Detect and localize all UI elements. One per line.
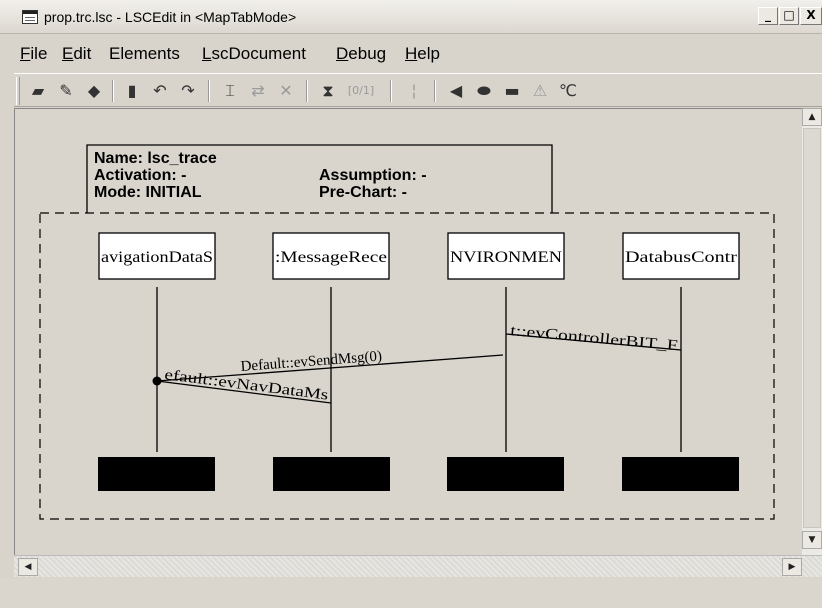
scroll-down-button[interactable]: ▼ xyxy=(802,531,822,549)
close-button[interactable]: X xyxy=(800,7,822,25)
menu-bar: File Edit Elements LscDocument Debug Hel… xyxy=(0,38,822,66)
menu-file[interactable]: File xyxy=(20,44,47,64)
triangle-shape-icon[interactable]: ⚠ xyxy=(528,79,552,103)
redo-icon[interactable]: ↷ xyxy=(176,79,200,103)
diamond-icon[interactable]: ◆ xyxy=(82,79,106,103)
instance-end[interactable] xyxy=(447,457,564,491)
horizontal-scrollbar[interactable]: ◀ ▶ xyxy=(14,555,822,577)
bracket-icon[interactable]: [0/1] xyxy=(344,79,378,103)
menu-debug[interactable]: Debug xyxy=(336,44,386,64)
menu-lscdocument[interactable]: LscDocument xyxy=(202,44,306,64)
toolbar-separator xyxy=(208,80,210,102)
chart-name-label: Name: lsc_trace xyxy=(94,150,217,167)
celsius-icon[interactable]: ℃ xyxy=(556,79,580,103)
toolbar-separator xyxy=(306,80,308,102)
rectangle-shape-icon[interactable]: ▬ xyxy=(500,79,524,103)
chart-assumption-label: Assumption: - xyxy=(319,167,427,184)
toolbar: ▰ ✎ ◆ ▮ ↶ ↷ ⌶ ⇄ ✕ ⧗ [0/1] ¦ ◀ ⬬ ▬ ⚠ ℃ xyxy=(14,73,822,107)
instance-end[interactable] xyxy=(273,457,390,491)
lsc-diagram[interactable]: Name: lsc_trace Activation: - Mode: INIT… xyxy=(15,109,803,556)
toolbar-grip[interactable] xyxy=(16,77,20,105)
instance-end[interactable] xyxy=(622,457,739,491)
app-icon xyxy=(22,10,38,24)
instance-label: DatabusContr xyxy=(625,249,738,266)
selection-icon[interactable]: ▰ xyxy=(26,79,50,103)
toolbar-separator xyxy=(390,80,392,102)
hexagon-shape-icon[interactable]: ⬬ xyxy=(472,79,496,103)
instance-label: avigationDataS xyxy=(101,249,213,266)
message-origin-dot xyxy=(152,376,162,386)
message-label: t::evControllerBIT_F xyxy=(510,323,679,354)
instance-label: :MessageRece xyxy=(275,249,387,266)
scroll-right-button[interactable]: ▶ xyxy=(782,558,802,576)
diagram-canvas[interactable]: Name: lsc_trace Activation: - Mode: INIT… xyxy=(14,108,822,555)
clipboard-icon[interactable]: ▮ xyxy=(120,79,144,103)
cut-icon[interactable]: ✕ xyxy=(274,79,298,103)
window-title: prop.trc.lsc - LSCEdit in <MapTabMode> xyxy=(44,9,297,25)
scroll-up-button[interactable]: ▲ xyxy=(802,108,822,126)
toolbar-separator xyxy=(434,80,436,102)
separator-icon[interactable]: ¦ xyxy=(402,79,426,103)
instance-label: NVIRONMEN xyxy=(450,249,563,266)
arrows-icon[interactable]: ⇄ xyxy=(246,79,270,103)
tag-icon[interactable]: ✎ xyxy=(54,79,78,103)
menu-edit[interactable]: Edit xyxy=(62,44,91,64)
app-window: prop.trc.lsc - LSCEdit in <MapTabMode> _… xyxy=(0,0,822,608)
hourglass-icon[interactable]: ⧗ xyxy=(316,79,340,103)
maximize-button[interactable]: □ xyxy=(779,7,799,25)
undo-icon[interactable]: ↶ xyxy=(148,79,172,103)
text-cursor-icon[interactable]: ⌶ xyxy=(218,79,242,103)
title-bar[interactable]: prop.trc.lsc - LSCEdit in <MapTabMode> _… xyxy=(0,0,822,34)
scrollbar-thumb[interactable] xyxy=(803,128,821,528)
menu-help[interactable]: Help xyxy=(405,44,440,64)
toolbar-separator xyxy=(112,80,114,102)
chart-activation-label: Activation: - xyxy=(94,167,186,184)
vertical-scrollbar[interactable]: ▲ ▼ xyxy=(802,108,822,555)
left-arrow-shape-icon[interactable]: ◀ xyxy=(444,79,468,103)
menu-elements[interactable]: Elements xyxy=(109,44,180,64)
message-label: Default::evSendMsg(0) xyxy=(240,348,382,375)
chart-prechart-label: Pre-Chart: - xyxy=(319,184,407,201)
chart-mode-label: Mode: INITIAL xyxy=(94,184,202,201)
status-bar xyxy=(0,578,822,608)
scroll-left-button[interactable]: ◀ xyxy=(18,558,38,576)
instance-end[interactable] xyxy=(98,457,215,491)
minimize-button[interactable]: _ xyxy=(758,7,778,25)
